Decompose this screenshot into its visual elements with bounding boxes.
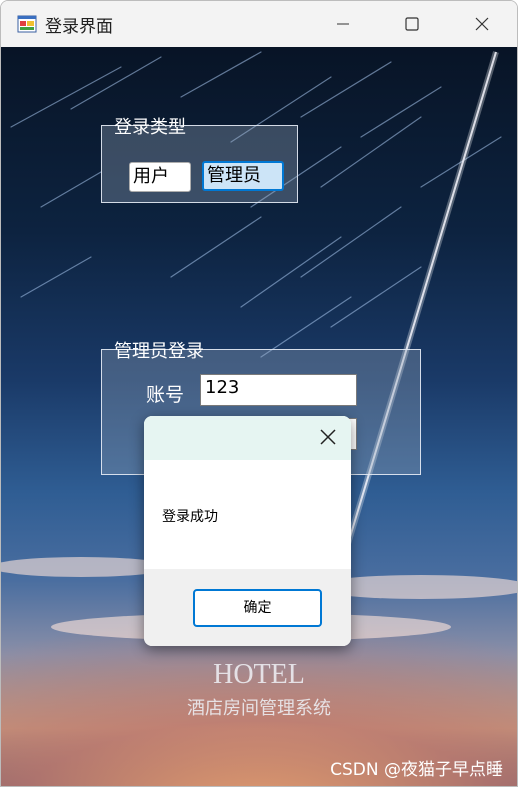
login-type-legend: 登录类型 bbox=[114, 117, 186, 138]
minimize-button[interactable] bbox=[308, 1, 378, 47]
dialog-message: 登录成功 bbox=[162, 509, 218, 525]
app-icon bbox=[17, 15, 37, 33]
minimize-icon bbox=[337, 23, 349, 25]
message-dialog: 登录成功 确定 bbox=[144, 416, 351, 646]
window-title: 登录界面 bbox=[45, 17, 113, 37]
dialog-footer: 确定 bbox=[144, 569, 351, 646]
admin-login-legend: 管理员登录 bbox=[114, 341, 204, 362]
close-button[interactable] bbox=[447, 1, 517, 47]
close-icon bbox=[475, 17, 489, 31]
login-window: 登录界面 登录类型 用户 管理员 管理员登录 账号 123 HOTEL 酒店房间… bbox=[0, 0, 518, 787]
ok-button[interactable]: 确定 bbox=[193, 589, 322, 627]
maximize-button[interactable] bbox=[377, 1, 447, 47]
admin-option-button[interactable]: 管理员 bbox=[202, 161, 284, 191]
dialog-header bbox=[144, 416, 351, 460]
user-option-button[interactable]: 用户 bbox=[129, 162, 191, 192]
csdn-watermark: CSDN @夜猫子早点睡 bbox=[330, 760, 503, 780]
hotel-subtitle: 酒店房间管理系统 bbox=[187, 698, 331, 719]
login-type-groupbox: 登录类型 用户 管理员 bbox=[101, 117, 298, 203]
dialog-close-icon[interactable] bbox=[317, 426, 339, 448]
hotel-title: HOTEL bbox=[213, 659, 305, 690]
title-bar[interactable]: 登录界面 bbox=[1, 1, 517, 47]
maximize-icon bbox=[405, 17, 419, 31]
account-input[interactable]: 123 bbox=[200, 374, 357, 406]
account-label: 账号 bbox=[146, 384, 185, 406]
